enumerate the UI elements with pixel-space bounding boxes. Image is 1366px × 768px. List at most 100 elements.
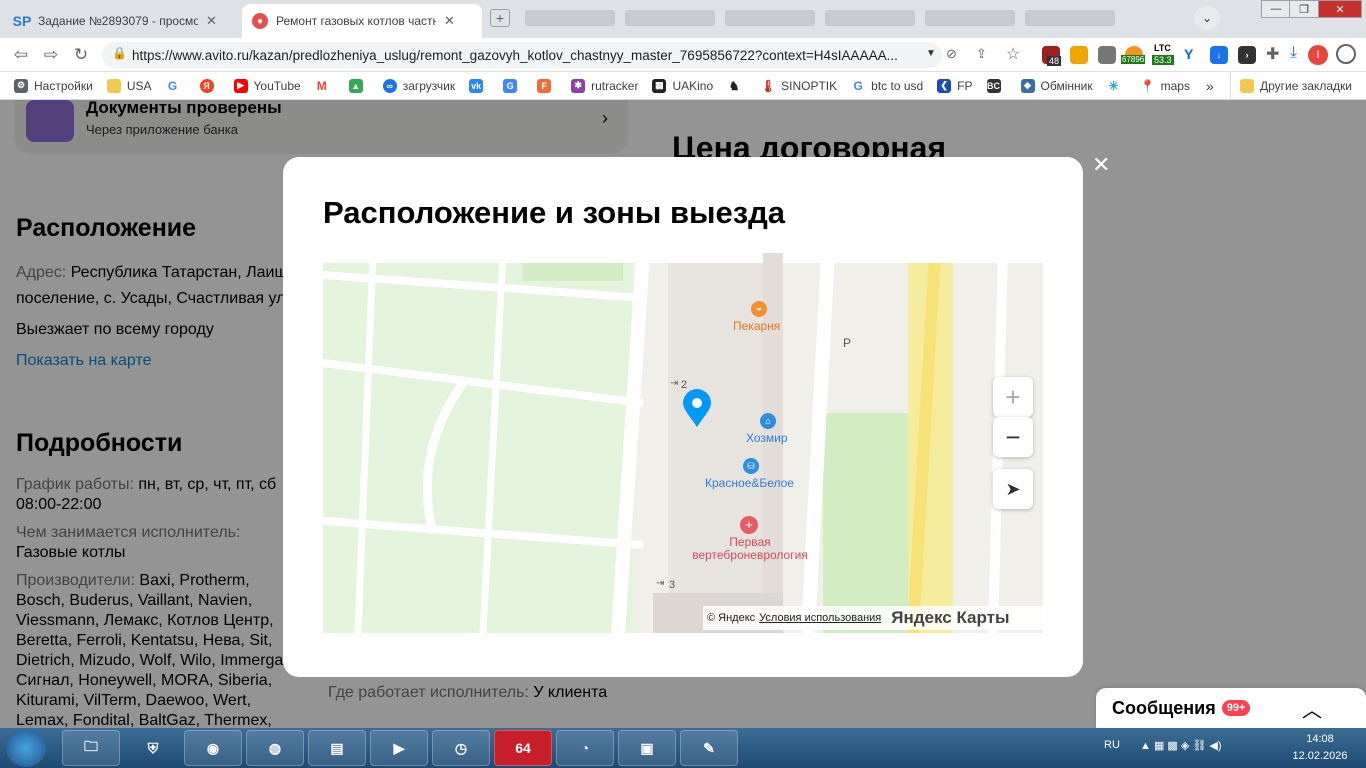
bookmark-btc[interactable]: Gbtc to usd [851,78,923,93]
zoom-in-button[interactable]: + [993,377,1033,417]
ext-y-icon[interactable]: Y [1184,46,1193,62]
modal-close-icon[interactable]: ✕ [1092,152,1110,178]
bookmarks-more-icon[interactable]: » [1206,78,1214,94]
location-pin-icon[interactable] [681,389,713,429]
close-tab-icon[interactable]: ✕ [444,13,455,29]
hidden-tab[interactable] [925,10,1015,26]
tab-avito[interactable]: ● Ремонт газовых котлов частный м ✕ [242,4,482,38]
bookmark-snowflake[interactable]: ✳ [1106,78,1127,93]
tab-search-chevron-icon[interactable]: ⌄ [1194,6,1220,30]
gmail-icon: M [314,78,329,93]
taskbar-chart-icon[interactable]: ◔ [556,730,614,766]
menu-icon[interactable] [1336,44,1356,64]
hidden-tab[interactable] [625,10,715,26]
url-dropdown-icon[interactable]: ▼ [926,48,936,59]
bakery-icon[interactable]: ◒ [751,301,767,317]
taskbar-chrome-icon[interactable]: ◉ [184,730,242,766]
hidden-tab[interactable] [1025,10,1115,26]
bookmark-google[interactable]: G [165,78,186,93]
taskbar-shield-icon[interactable]: ⛨ [124,730,182,766]
bookmark-sinoptik[interactable]: 🌡 SINOPTIK [760,78,837,93]
yandex-map[interactable]: ◒ Пекарня P ⇥ 2 ⌂ Хозмир ⛁ Красное&Белое… [323,253,1043,633]
poi-parking[interactable]: P [843,336,851,350]
lock-icon: 🔒 [112,46,127,60]
clock-date[interactable]: 12.02.2026 [1284,750,1356,762]
bookmark-chess[interactable]: ♞ [727,78,747,93]
poi-clinic[interactable]: Первая вертеброневрология [683,536,817,562]
extensions-puzzle-icon[interactable]: ✚ [1266,44,1279,64]
poi-krasnoe-beloe[interactable]: Красное&Белое [705,476,794,490]
bookmark-translate[interactable]: G [503,78,523,93]
geolocation-arrow-icon[interactable]: ➤ [993,469,1033,509]
poi-bakery[interactable]: Пекарня [733,319,780,333]
other-bookmarks[interactable]: Другие закладки [1240,79,1352,93]
taskbar-network-icon[interactable]: ◍ [246,730,304,766]
address-bar[interactable]: 🔒 https://www.avito.ru/kazan/predlozheni… [102,42,942,68]
bookmark-vk[interactable]: vk [469,78,489,93]
bookmarks-bar: ⚙ Настройки USA G Я ▶ YouTube M ▲ ∞ загрузч… [0,72,1366,100]
bookmark-star-icon[interactable]: ☆ [1006,44,1020,64]
close-tab-icon[interactable]: ✕ [206,13,217,29]
taskbar-terminal-icon[interactable]: ▣ [618,730,676,766]
bc-icon: BC [986,78,1001,93]
bookmark-gmail[interactable]: M [314,78,335,93]
clock-time[interactable]: 14:08 [1290,733,1350,745]
downloads-icon[interactable]: ⤓ [1290,44,1297,62]
start-button[interactable] [6,729,46,767]
ext-arrow-icon[interactable]: › [1238,46,1256,64]
map-copyright: © Яндекс [707,612,756,624]
taskbar-clock-icon[interactable]: ◷ [432,730,490,766]
bookmark-f[interactable]: F [537,78,557,93]
bookmark-drive[interactable]: ▲ [348,78,369,93]
ext-brave-icon[interactable] [1070,46,1088,64]
bookmark-exchange[interactable]: ◆ Обмінник [1020,78,1093,93]
minimize-button[interactable]: — [1261,0,1291,18]
taskbar-app64-icon[interactable]: 64 [494,730,552,766]
ext-download-icon[interactable]: ↓ [1210,46,1228,64]
bookmark-yandex[interactable]: Я [199,78,220,93]
bookmark-settings[interactable]: ⚙ Настройки [14,78,93,93]
basket-icon[interactable]: ⛁ [743,458,759,474]
chess-icon: ♞ [727,78,742,93]
cookie-icon[interactable]: ⊘ [946,46,957,62]
forward-icon[interactable]: ⇨ [40,45,62,65]
ext-briefcase-icon[interactable] [1098,46,1116,64]
taskbar-explorer-icon[interactable]: 🗀 [62,730,120,766]
thermometer-icon: 🌡 [760,78,776,93]
bookmark-maps[interactable]: 📍 maps [1140,78,1190,93]
clinic-cross-icon[interactable]: + [740,516,758,534]
maximize-button[interactable]: ❐ [1289,0,1319,18]
messages-panel[interactable]: Сообщения 99+ ︿ [1096,688,1366,728]
bookmark-rutracker[interactable]: ✱ rutracker [571,78,638,93]
reload-icon[interactable]: ↻ [70,45,92,65]
tray-icons[interactable]: ▲ ▦ ▩ ◈ ⛓ ◀) [1140,739,1222,752]
bookmark-youtube[interactable]: ▶ YouTube [233,78,301,93]
bookmark-loader[interactable]: ∞ загрузчик [382,78,455,93]
taskbar-notepad-icon[interactable]: ✎ [680,730,738,766]
messages-count-badge: 99+ [1221,700,1251,716]
close-window-button[interactable]: ✕ [1318,0,1362,18]
language-indicator[interactable]: RU [1104,739,1120,751]
bookmark-bc[interactable]: BC [986,78,1007,93]
back-icon[interactable]: ⇦ [10,45,32,65]
hidden-tab[interactable] [825,10,915,26]
hidden-tab[interactable] [725,10,815,26]
share-icon[interactable]: ⇪ [976,46,987,62]
zoom-out-button[interactable]: − [993,417,1033,457]
yandex-maps-logo[interactable]: Яндекс Карты [891,608,1009,628]
profile-avatar[interactable]: I [1308,45,1328,65]
chevron-up-icon[interactable]: ︿ [1302,694,1322,723]
bookmark-uakino[interactable]: ▦ UAKino [652,78,713,93]
new-tab-button[interactable]: + [490,9,510,27]
hidden-tab[interactable] [525,10,615,26]
map-terms-link[interactable]: Условия использования [759,612,881,624]
btc-price: 67896 [1121,55,1146,64]
bookmark-usa[interactable]: USA [106,78,152,93]
poi-hozmir[interactable]: Хозмир [746,431,788,445]
ltc-label: LTC [1154,43,1171,53]
hozmir-shop-icon[interactable]: ⌂ [760,413,776,429]
tab-task[interactable]: SP Задание №2893079 - просмотр за ✕ [4,4,242,38]
taskbar-app-icon[interactable]: ▤ [308,730,366,766]
bookmark-fp[interactable]: ❮ FP [937,78,973,93]
taskbar-media-icon[interactable]: ▶ [370,730,428,766]
